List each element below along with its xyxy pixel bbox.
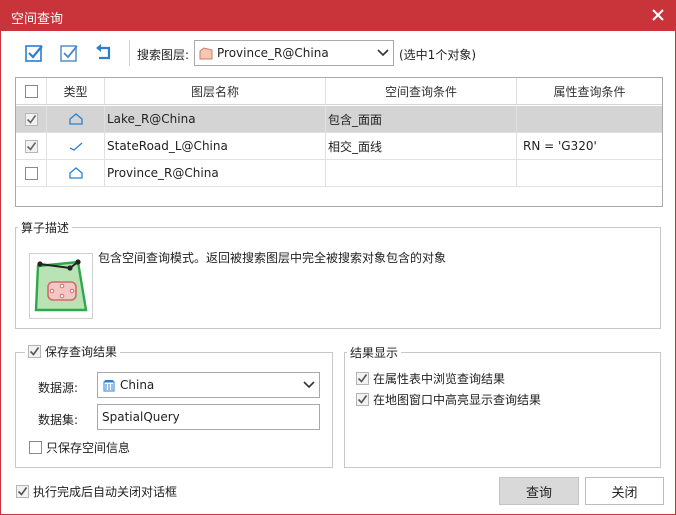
save-result-checkbox[interactable] [28, 345, 41, 358]
toolbar-separator [129, 40, 130, 66]
row-checkbox[interactable] [24, 166, 38, 180]
spatial-only-option[interactable]: 只保存空间信息 [29, 439, 130, 456]
table-header: 类型 图层名称 空间查询条件 属性查询条件 [16, 78, 662, 105]
table-row[interactable]: Province_R@China [16, 160, 662, 187]
row-checkbox[interactable] [24, 139, 38, 153]
region-icon [47, 160, 105, 186]
browse-label: 在属性表中浏览查询结果 [373, 372, 506, 386]
highlight-checkbox[interactable] [356, 393, 369, 406]
datasource-select[interactable]: China [97, 372, 320, 398]
query-button[interactable]: 查询 [499, 477, 579, 505]
layer-name-cell: Lake_R@China [105, 106, 326, 132]
close-button[interactable]: 关闭 [585, 477, 664, 505]
search-layer-select[interactable]: Province_R@China [194, 40, 394, 66]
layer-name-cell: Province_R@China [105, 160, 326, 186]
check-all-icon [25, 45, 43, 62]
attribute-condition-cell[interactable] [517, 160, 662, 186]
table-row[interactable]: StateRoad_L@China 相交_面线 RN = 'G320' [16, 133, 662, 160]
column-type: 类型 [47, 78, 105, 104]
browse-option[interactable]: 在属性表中浏览查询结果 [356, 370, 505, 387]
header-checkbox[interactable] [24, 84, 38, 98]
close-icon[interactable] [649, 6, 667, 24]
row-checkbox[interactable] [24, 112, 38, 126]
window-title: 空间查询 [11, 12, 64, 27]
operator-diagram-icon [29, 253, 93, 319]
header-select-all [16, 78, 47, 104]
chevron-down-icon [299, 381, 319, 389]
search-layer-value: Province_R@China [217, 46, 329, 60]
column-spatial-condition: 空间查询条件 [326, 78, 517, 104]
auto-close-option[interactable]: 执行完成后自动关闭对话框 [16, 483, 177, 500]
auto-close-checkbox[interactable] [16, 485, 29, 498]
datasource-label: 数据源: [38, 381, 79, 395]
spatial-condition-cell[interactable]: 相交_面线 [326, 133, 517, 159]
layer-name-cell: StateRoad_L@China [105, 133, 326, 159]
highlight-option[interactable]: 在地图窗口中高亮显示查询结果 [356, 391, 541, 408]
dataset-input[interactable]: SpatialQuery [97, 404, 320, 430]
spatial-query-dialog: 空间查询 搜索图层: Province_R@China (选中1个对象) 类型 … [0, 0, 676, 515]
select-all-button[interactable] [21, 41, 47, 65]
auto-close-label: 执行完成后自动关闭对话框 [33, 485, 178, 499]
line-icon [47, 133, 105, 159]
select-none-button[interactable] [56, 41, 82, 65]
dataset-label: 数据集: [38, 413, 79, 427]
browse-checkbox[interactable] [356, 372, 369, 385]
highlight-label: 在地图窗口中高亮显示查询结果 [373, 393, 542, 407]
database-icon [102, 378, 116, 392]
datasource-value: China [120, 378, 155, 392]
operator-description-text: 包含空间查询模式。返回被搜索图层中完全被搜索对象包含的对象 [98, 251, 447, 265]
reverse-selection-button[interactable] [91, 41, 117, 65]
spatial-condition-cell[interactable] [326, 160, 517, 186]
attribute-condition-cell[interactable]: RN = 'G320' [517, 133, 662, 159]
operator-description-group [15, 227, 661, 329]
result-display-title: 结果显示 [347, 344, 402, 361]
layer-table: 类型 图层名称 空间查询条件 属性查询条件 Lake_R@China 包含_面面 [15, 77, 663, 207]
undo-arrow-icon [96, 44, 111, 60]
check-outline-icon [60, 45, 78, 62]
spatial-condition-cell[interactable]: 包含_面面 [326, 106, 517, 132]
selection-note: (选中1个对象) [399, 48, 476, 62]
attribute-condition-cell[interactable] [517, 106, 662, 132]
spatial-only-checkbox[interactable] [29, 441, 42, 454]
spatial-only-label: 只保存空间信息 [46, 441, 131, 455]
table-row[interactable]: Lake_R@China 包含_面面 [16, 106, 662, 133]
column-layer-name: 图层名称 [105, 78, 326, 104]
save-result-title: 保存查询结果 [25, 343, 121, 360]
region-icon [199, 46, 213, 60]
region-icon [47, 106, 105, 132]
search-layer-label: 搜索图层: [137, 48, 190, 62]
chevron-down-icon [373, 49, 393, 57]
operator-description-title: 算子描述 [18, 219, 73, 236]
column-attribute-condition: 属性查询条件 [553, 84, 626, 99]
save-result-label: 保存查询结果 [45, 345, 118, 359]
title-bar: 空间查询 [1, 1, 675, 31]
